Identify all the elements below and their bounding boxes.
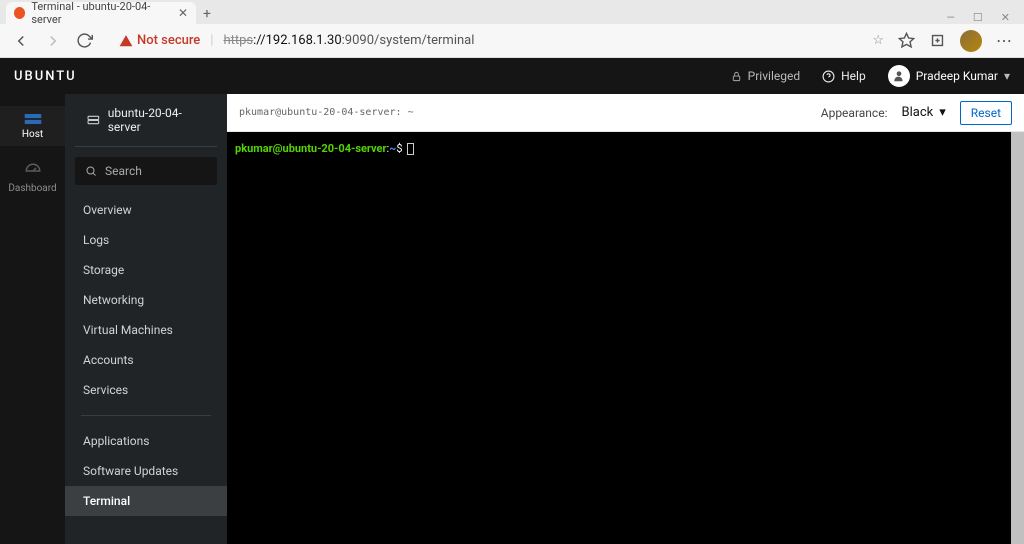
sidebar-item-accounts[interactable]: Accounts — [65, 345, 227, 375]
content-area: pkumar@ubuntu-20-04-server: ~ Appearance… — [227, 94, 1024, 544]
privileged-toggle[interactable]: Privileged — [731, 69, 800, 83]
sidebar-item-overview[interactable]: Overview — [65, 195, 227, 225]
profile-avatar[interactable] — [960, 30, 982, 52]
browser-tab[interactable]: Terminal - ubuntu-20-04-server ✕ — [6, 2, 196, 24]
sidebar-item-applications[interactable]: Applications — [65, 426, 227, 456]
host-icon — [87, 114, 100, 126]
minimize-icon[interactable]: — — [946, 11, 955, 24]
sidebar-item-terminal[interactable]: Terminal — [65, 486, 227, 516]
new-tab-button[interactable]: + — [196, 4, 218, 24]
sidebar-item-logs[interactable]: Logs — [65, 225, 227, 255]
tab-title: Terminal - ubuntu-20-04-server — [31, 0, 172, 26]
collections-icon[interactable] — [929, 32, 946, 49]
bookmark-outline-icon[interactable]: ☆ — [872, 33, 884, 48]
cursor — [407, 143, 414, 155]
gauge-icon — [24, 162, 42, 180]
divider: | — [210, 33, 213, 48]
reload-button[interactable] — [76, 32, 93, 49]
server-icon — [23, 112, 43, 126]
sidebar-item-networking[interactable]: Networking — [65, 285, 227, 315]
sidebar-item-software-updates[interactable]: Software Updates — [65, 456, 227, 486]
sidebar-menu: Overview Logs Storage Networking Virtual… — [65, 195, 227, 516]
user-menu[interactable]: Pradeep Kumar ▾ — [888, 65, 1010, 87]
address-bar[interactable]: Not secure | https://192.168.1.30:9090/s… — [107, 33, 884, 48]
sidebar-item-services[interactable]: Services — [65, 375, 227, 405]
close-icon[interactable]: ✕ — [178, 6, 188, 20]
ubuntu-favicon — [14, 7, 25, 19]
back-button[interactable] — [12, 32, 30, 50]
sidebar-hostname[interactable]: ubuntu-20-04-server — [75, 94, 217, 147]
scrollbar[interactable] — [1011, 132, 1024, 544]
browser-toolbar: Not secure | https://192.168.1.30:9090/s… — [0, 24, 1024, 58]
search-input[interactable]: Search — [75, 157, 217, 185]
chevron-down-icon: ▾ — [1004, 69, 1010, 83]
security-warning: Not secure — [119, 33, 200, 48]
terminal-viewport[interactable]: pkumar@ubuntu-20-04-server:~$ — [227, 132, 1024, 544]
help-icon — [822, 70, 835, 83]
left-navigation: Host Dashboard — [0, 94, 65, 544]
more-icon[interactable]: ⋯ — [996, 31, 1012, 50]
leftbar-host[interactable]: Host — [0, 106, 65, 146]
chevron-down-icon: ▾ — [939, 105, 946, 120]
url-text: https://192.168.1.30:9090/system/termina… — [223, 33, 474, 48]
user-avatar-icon — [888, 65, 910, 87]
sidebar-divider — [81, 415, 211, 416]
cockpit-header: UBUNTU Privileged Help Pradeep Kumar ▾ — [0, 58, 1024, 94]
forward-button[interactable] — [44, 32, 62, 50]
close-window-icon[interactable]: ✕ — [1001, 11, 1010, 24]
browser-tab-strip: Terminal - ubuntu-20-04-server ✕ + — ☐ ✕ — [0, 0, 1024, 24]
appearance-select[interactable]: Black ▾ — [897, 101, 949, 124]
lock-icon — [731, 71, 742, 82]
terminal-title: pkumar@ubuntu-20-04-server: ~ — [239, 107, 414, 118]
favorites-icon[interactable] — [898, 32, 915, 49]
window-controls: — ☐ ✕ — [932, 11, 1024, 24]
terminal-line: pkumar@ubuntu-20-04-server:~$ — [235, 142, 1016, 155]
maximize-icon[interactable]: ☐ — [973, 11, 983, 24]
sidebar: ubuntu-20-04-server Search Overview Logs… — [65, 94, 227, 544]
content-toolbar: pkumar@ubuntu-20-04-server: ~ Appearance… — [227, 94, 1024, 132]
search-icon — [85, 165, 97, 177]
warning-icon — [119, 34, 133, 48]
reset-button[interactable]: Reset — [960, 101, 1012, 125]
sidebar-item-storage[interactable]: Storage — [65, 255, 227, 285]
leftbar-dashboard[interactable]: Dashboard — [0, 156, 65, 200]
help-button[interactable]: Help — [822, 69, 866, 83]
appearance-label: Appearance: — [821, 106, 888, 120]
sidebar-item-virtual-machines[interactable]: Virtual Machines — [65, 315, 227, 345]
brand-label: UBUNTU — [14, 69, 77, 84]
